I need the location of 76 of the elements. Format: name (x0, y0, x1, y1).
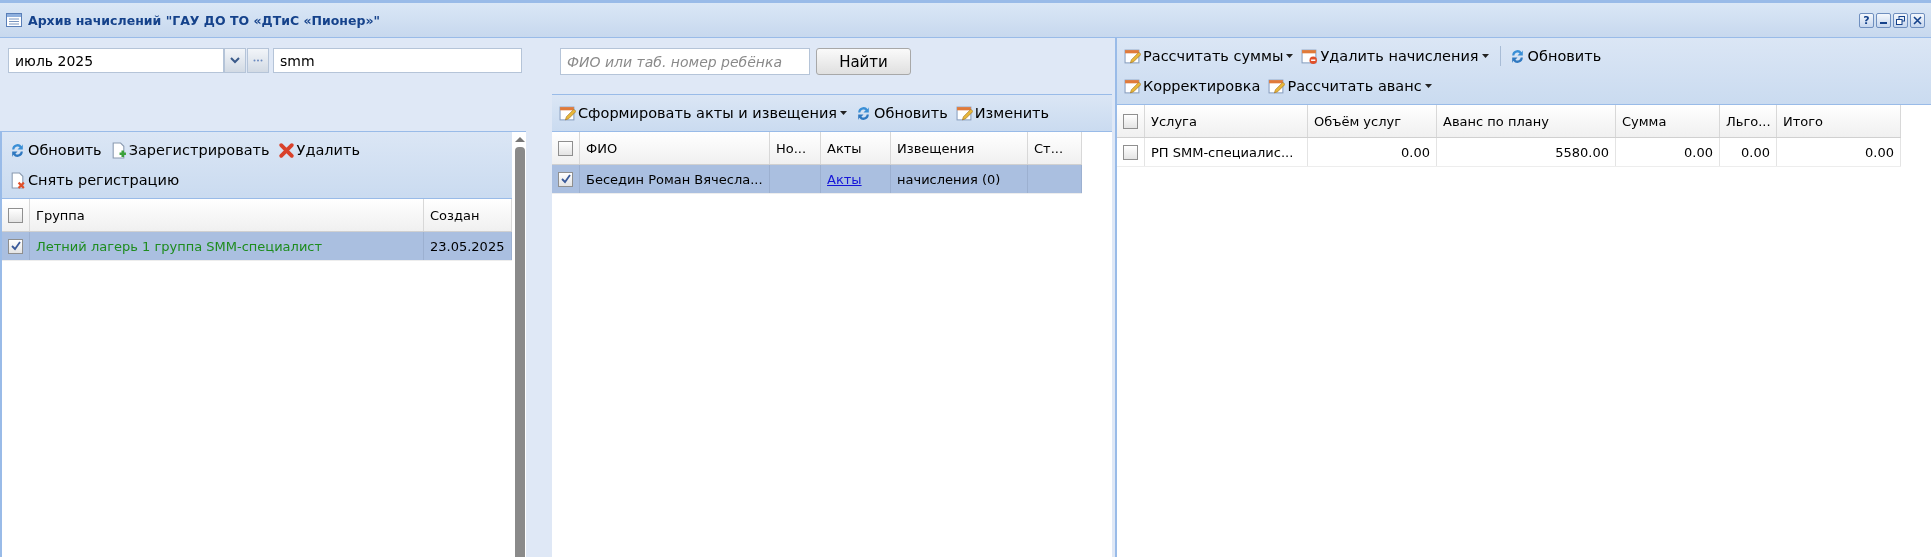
column-header[interactable]: Итого (1777, 105, 1901, 137)
delete-icon (277, 141, 295, 159)
toolbar-button[interactable]: Обновить (6, 137, 105, 163)
column-header[interactable]: Аванс по плану (1437, 105, 1616, 137)
toolbar-button[interactable]: Обновить (1499, 46, 1605, 66)
checkbox[interactable] (1123, 144, 1138, 160)
checkbox[interactable] (1123, 113, 1138, 129)
column-header[interactable]: Льго... (1720, 105, 1777, 137)
calendar-remove-icon (1301, 47, 1319, 65)
toolbar-button[interactable]: Корректировка (1121, 73, 1264, 99)
toolbar-button[interactable]: Сформировать акты и извещения (556, 100, 851, 126)
restore-icon (1896, 15, 1905, 25)
scrollbar[interactable] (514, 136, 526, 557)
toolbar-button[interactable]: Изменить (952, 100, 1053, 126)
checkbox[interactable] (558, 140, 573, 156)
toolbar-button[interactable]: Рассчитать суммы (1121, 43, 1297, 69)
table-cell: Беседин Роман Вячесла... (586, 171, 763, 187)
table-row[interactable]: Беседин Роман Вячесла... Акты начисления (0) (552, 165, 1082, 194)
checkbox[interactable] (8, 207, 23, 223)
filter-field[interactable]: smm (273, 48, 522, 73)
checkbox[interactable] (558, 171, 573, 187)
calendar-edit-icon (955, 104, 973, 122)
close-button[interactable] (1910, 12, 1925, 28)
column-header[interactable]: Акты (821, 132, 891, 164)
dropdown-caret-icon (1286, 54, 1294, 58)
table-cell: 0.00 (1741, 144, 1770, 160)
table-row[interactable]: Летний лагерь 1 группа SMM-специалист 23.05.2025 (2, 232, 512, 261)
table-cell: 0.00 (1684, 144, 1713, 160)
column-header[interactable]: ФИО (580, 132, 770, 164)
help-button[interactable]: ? (1859, 12, 1874, 28)
dropdown-caret-icon (1424, 84, 1432, 88)
column-header[interactable]: Сумма (1616, 105, 1720, 137)
column-header[interactable]: Группа (30, 199, 424, 231)
column-header[interactable]: Но... (770, 132, 821, 164)
calendar-edit-icon (1124, 77, 1141, 95)
column-header[interactable]: Услуга (1145, 105, 1308, 137)
search-field[interactable]: ФИО или таб. номер ребёнка (560, 48, 810, 75)
table-row[interactable]: РП SMM-специалис... 0.00 5580.00 0.00 0.00 0.00 (1117, 138, 1901, 167)
calendar-edit-icon (559, 104, 576, 122)
dropdown-caret-icon (1481, 54, 1489, 58)
chevron-down-icon (230, 57, 240, 64)
toolbar-button[interactable]: Рассчитать аванс (1265, 73, 1435, 99)
restore-button[interactable] (1893, 12, 1908, 28)
find-button[interactable]: Найти (816, 48, 911, 75)
dropdown-caret-icon (840, 111, 848, 115)
dropdown-button[interactable] (224, 48, 246, 73)
toolbar-button[interactable]: Обновить (852, 100, 951, 126)
document-remove-icon (9, 171, 26, 189)
scroll-up-arrow-icon[interactable] (514, 136, 526, 143)
toolbar-button[interactable]: Зарегистрировать (106, 137, 273, 163)
acts-link[interactable]: Акты (827, 171, 862, 187)
list-window-icon (6, 13, 22, 27)
toolbar-button[interactable]: Удалить (274, 137, 363, 163)
table-cell: начисления (0) (897, 171, 1001, 187)
table-cell: 0.00 (1401, 144, 1430, 160)
table-cell: РП SMM-специалис... (1151, 144, 1294, 160)
checkbox[interactable] (8, 238, 23, 254)
column-header[interactable]: Ст... (1028, 132, 1082, 164)
table-cell: Летний лагерь 1 группа SMM-специалист (36, 238, 323, 254)
ellipsis-icon (253, 59, 263, 62)
toolbar-button[interactable]: Удалить начисления (1298, 43, 1492, 69)
window-title: Архив начислений "ГАУ ДО ТО «ДТиС «Пионер»" (28, 12, 381, 28)
period-field[interactable]: июль 2025 (8, 48, 224, 73)
table-cell: 5580.00 (1555, 144, 1609, 160)
refresh-icon (9, 141, 26, 159)
minimize-button[interactable] (1876, 12, 1891, 28)
minimize-icon (1880, 21, 1887, 24)
calendar-edit-icon (1124, 47, 1141, 65)
table-cell: 0.00 (1865, 144, 1894, 160)
column-header[interactable]: Извещения (891, 132, 1028, 164)
table-cell: 23.05.2025 (430, 238, 505, 254)
close-icon (1913, 15, 1922, 25)
calendar-edit-icon (1268, 77, 1286, 95)
column-header[interactable]: Объём услуг (1308, 105, 1437, 137)
column-header[interactable]: Создан (424, 199, 512, 231)
toolbar-button[interactable]: Снять регистрацию (6, 167, 183, 193)
